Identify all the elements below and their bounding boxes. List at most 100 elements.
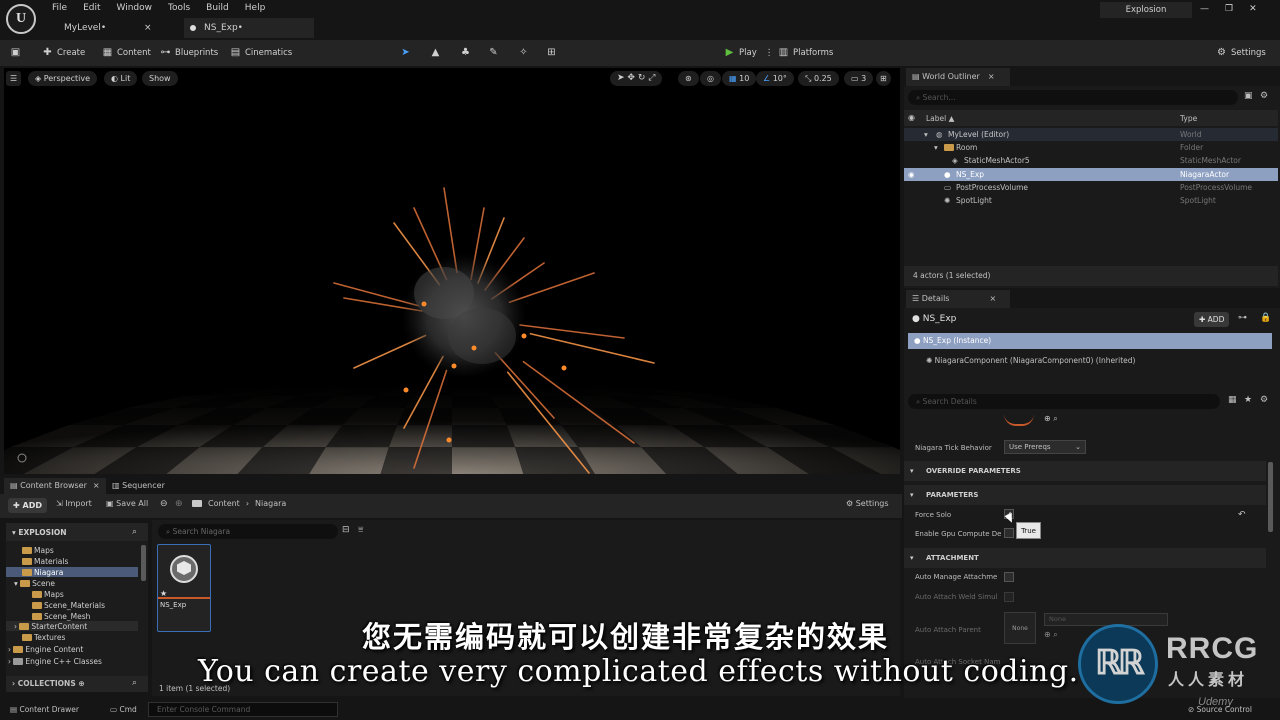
search-icon[interactable]: ⌕ bbox=[132, 527, 137, 537]
visibility-icon[interactable]: ◉ bbox=[908, 168, 915, 181]
favorite-star-icon[interactable]: ★ bbox=[160, 589, 167, 598]
expand-icon[interactable]: ▾ bbox=[924, 128, 928, 141]
auto-manage-checkbox[interactable] bbox=[1004, 572, 1014, 582]
tree-item-scene-mesh[interactable]: Scene_Mesh bbox=[32, 612, 90, 621]
cmd-button[interactable]: ▭ Cmd bbox=[110, 705, 137, 714]
add-collection-icon[interactable]: ⊕ bbox=[78, 679, 84, 688]
more-options-icon[interactable]: ⋮ bbox=[765, 48, 774, 58]
tree-scrollbar[interactable] bbox=[141, 545, 146, 581]
add-component-button[interactable]: ✚ ADD bbox=[1194, 312, 1230, 327]
component-instance-row[interactable]: ● NS_Exp (Instance) bbox=[908, 333, 1272, 349]
outliner-row[interactable]: ▾ Room Folder bbox=[904, 141, 1278, 154]
scale-icon[interactable]: ⤢ bbox=[648, 73, 655, 83]
tab-ns-exp[interactable]: NS_Exp• bbox=[184, 18, 314, 38]
console-input[interactable]: Enter Console Command bbox=[148, 702, 338, 717]
tree-item-startercontent[interactable]: › StarterContent bbox=[14, 622, 87, 631]
new-folder-icon[interactable]: ▣ bbox=[1244, 91, 1253, 101]
tab-details[interactable]: ☰ Details × bbox=[906, 290, 1010, 308]
section-override-parameters[interactable]: ▾ OVERRIDE PARAMETERS bbox=[904, 461, 1266, 481]
surface-snap-icon[interactable]: ◎ bbox=[700, 71, 721, 86]
menu-window[interactable]: Window bbox=[109, 3, 161, 13]
asset-search-input[interactable]: ⌕ Search Niagara bbox=[158, 524, 338, 539]
mesh-paint-icon[interactable]: ✎ bbox=[488, 47, 499, 58]
tab-sequencer[interactable]: ▥ Sequencer bbox=[112, 478, 165, 494]
reset-icon[interactable]: ↶ bbox=[1238, 510, 1246, 520]
tick-behavior-dropdown[interactable]: Use Prereqs ⌄ bbox=[1004, 440, 1086, 454]
add-button[interactable]: ✚ ADD bbox=[8, 498, 47, 513]
content-drawer-button[interactable]: ▤ Content Drawer bbox=[10, 705, 79, 714]
visibility-icon[interactable]: ◉ bbox=[908, 113, 915, 122]
expand-icon[interactable]: ▾ bbox=[934, 141, 938, 154]
tree-item-maps[interactable]: Maps bbox=[22, 546, 54, 555]
menu-file[interactable]: File bbox=[44, 3, 75, 13]
close-icon[interactable]: × bbox=[988, 72, 995, 81]
close-icon[interactable]: × bbox=[93, 481, 100, 490]
tree-root[interactable]: ▾ EXPLOSION bbox=[12, 528, 67, 537]
maximize-icon[interactable]: ❐ bbox=[1225, 4, 1233, 14]
section-attachment[interactable]: ▾ ATTACHMENT bbox=[904, 548, 1266, 568]
details-search-input[interactable]: ⌕ Search Details bbox=[908, 394, 1220, 409]
play-button[interactable]: ▶ Play ⋮ bbox=[724, 47, 774, 58]
outliner-row[interactable]: ▭ PostProcessVolume PostProcessVolume bbox=[904, 181, 1278, 194]
menu-tools[interactable]: Tools bbox=[160, 3, 198, 13]
gear-icon[interactable]: ⚙ bbox=[1260, 91, 1268, 101]
history-back-icon[interactable]: ⊖ bbox=[160, 499, 168, 509]
modeling-mode-icon[interactable]: ⊞ bbox=[546, 47, 557, 58]
tree-item-engine-content[interactable]: › Engine Content bbox=[8, 645, 83, 654]
auto-weld-checkbox[interactable] bbox=[1004, 592, 1014, 602]
close-icon[interactable]: × bbox=[989, 294, 996, 303]
platforms-button[interactable]: ▥ Platforms bbox=[778, 47, 834, 58]
settings-button[interactable]: ⚙ Settings bbox=[1216, 47, 1266, 58]
browse-icon[interactable]: ⊕ ⌕ bbox=[1044, 630, 1058, 640]
viewport-menu-icon[interactable]: ☰ bbox=[6, 71, 22, 86]
component-row[interactable]: ✺ NiagaraComponent (NiagaraComponent0) (… bbox=[926, 356, 1135, 365]
outliner-row[interactable]: ✺ SpotLight SpotLight bbox=[904, 194, 1278, 207]
minimize-icon[interactable]: — bbox=[1200, 4, 1209, 14]
close-window-icon[interactable]: ✕ bbox=[1249, 4, 1257, 14]
gear-icon[interactable]: ⚙ bbox=[1260, 395, 1268, 405]
move-icon[interactable]: ✥ bbox=[627, 73, 635, 83]
layout-icon[interactable]: ⊞ bbox=[876, 71, 891, 86]
tree-item-materials[interactable]: Materials bbox=[22, 557, 68, 566]
landscape-mode-icon[interactable]: ▲ bbox=[430, 47, 441, 58]
col-label[interactable]: Label ▲ bbox=[926, 114, 954, 123]
outliner-search-input[interactable]: ⌕ Search... bbox=[908, 90, 1238, 105]
transform-tools[interactable]: ➤ ✥ ↻ ⤢ bbox=[610, 71, 663, 86]
select-icon[interactable]: ➤ bbox=[617, 73, 625, 83]
grid-snap-button[interactable]: ▦ 10 bbox=[722, 71, 757, 86]
blueprints-button[interactable]: ⊶ Blueprints bbox=[160, 47, 219, 58]
parent-dropdown[interactable]: None bbox=[1044, 613, 1168, 626]
tab-world-outliner[interactable]: ▤ World Outliner × bbox=[906, 68, 1010, 86]
unreal-logo-icon[interactable]: U bbox=[6, 4, 36, 34]
tree-item-scene-maps[interactable]: Maps bbox=[32, 590, 64, 599]
cinematics-button[interactable]: ▤ Cinematics bbox=[230, 47, 292, 58]
save-icon[interactable]: ▣ bbox=[10, 47, 21, 58]
tree-item-scene-materials[interactable]: Scene_Materials bbox=[32, 601, 105, 610]
star-icon[interactable]: ★ bbox=[1244, 395, 1252, 405]
tree-item-niagara[interactable]: Niagara bbox=[22, 568, 63, 577]
outliner-row[interactable]: ▾ ◍ MyLevel (Editor) World bbox=[904, 128, 1278, 141]
content-settings-button[interactable]: ⚙ Settings bbox=[846, 499, 889, 508]
select-mode-icon[interactable]: ➤ bbox=[400, 47, 411, 58]
breadcrumb-niagara[interactable]: Niagara bbox=[255, 499, 286, 508]
browse-icon[interactable]: ⊕ ⌕ bbox=[1044, 414, 1058, 424]
rotation-snap-button[interactable]: ∠ 10° bbox=[756, 71, 794, 86]
save-search-icon[interactable]: ⊟ bbox=[342, 525, 350, 535]
create-button[interactable]: ✚ Create bbox=[42, 47, 85, 58]
asset-tile-ns-exp[interactable]: ★ NS_Exp bbox=[157, 544, 211, 632]
details-scrollbar[interactable] bbox=[1268, 462, 1273, 532]
show-button[interactable]: Show bbox=[142, 71, 178, 86]
lit-button[interactable]: ◐ Lit bbox=[104, 71, 138, 86]
coordinate-space-icon[interactable]: ⊛ bbox=[678, 71, 699, 86]
filter-icon[interactable]: ⩸ bbox=[358, 525, 363, 535]
section-parameters[interactable]: ▾ PARAMETERS bbox=[904, 485, 1266, 505]
perspective-button[interactable]: ◈ Perspective bbox=[28, 71, 98, 86]
table-view-icon[interactable]: ▦ bbox=[1228, 395, 1237, 405]
collections-header[interactable]: › COLLECTIONS ⊕ ⌕ bbox=[6, 676, 148, 692]
import-button[interactable]: ⇲ Import bbox=[56, 499, 92, 508]
breadcrumb-content[interactable]: Content bbox=[208, 499, 240, 508]
outliner-row[interactable]: ◈ StaticMeshActor5 StaticMeshActor bbox=[904, 154, 1278, 167]
close-icon[interactable]: × bbox=[144, 18, 152, 38]
search-icon[interactable]: ⌕ bbox=[132, 678, 137, 688]
menu-help[interactable]: Help bbox=[237, 3, 274, 13]
